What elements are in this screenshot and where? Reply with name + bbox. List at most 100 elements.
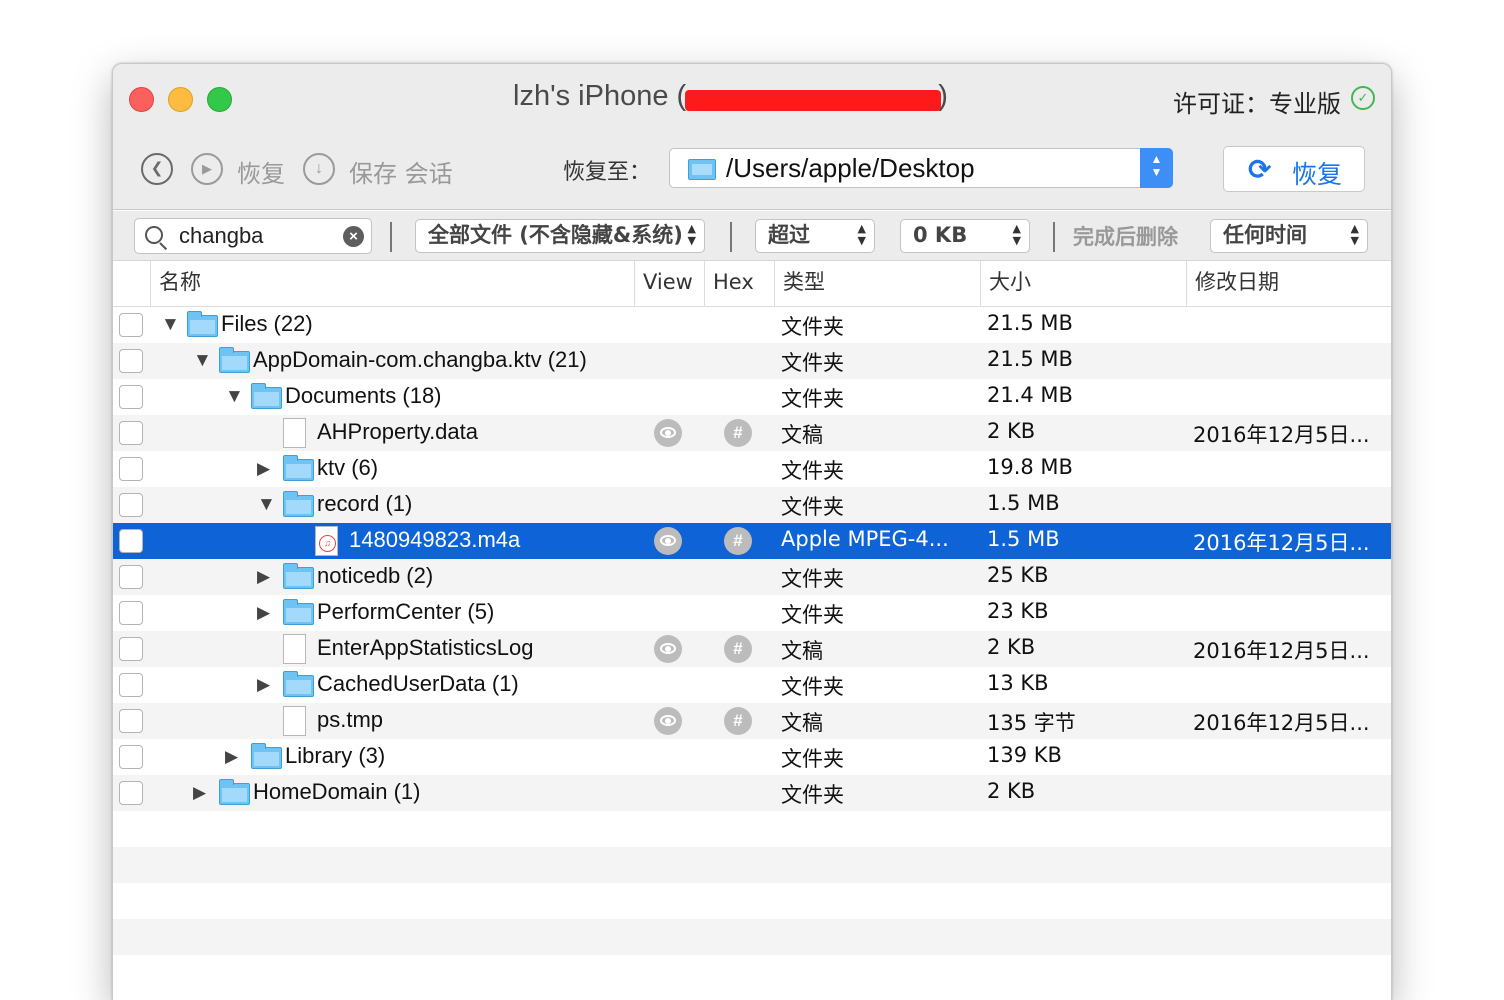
- hash-icon[interactable]: #: [724, 635, 752, 663]
- table-row[interactable]: AHProperty.data # 文稿 2 KB 2016年12月5日...: [113, 415, 1391, 451]
- row-checkbox[interactable]: [119, 781, 143, 805]
- restore-toolbar-label[interactable]: 恢复: [237, 154, 285, 189]
- table-row[interactable]: EnterAppStatisticsLog # 文稿 2 KB 2016年12月5日..…: [113, 631, 1391, 667]
- disclosure-expanded-icon[interactable]: ▼: [257, 493, 276, 517]
- filter-bar: changba × 全部文件 (不含隐藏&系统) ▲ ▼ 超过 ▲ ▼ 0 KB ▲…: [113, 211, 1391, 261]
- row-checkbox[interactable]: [119, 349, 143, 373]
- close-window-button[interactable]: [129, 87, 154, 112]
- row-checkbox[interactable]: [119, 421, 143, 445]
- table-row[interactable]: ▶ HomeDomain (1) 文件夹 2 KB: [113, 775, 1391, 811]
- disclosure-collapsed-icon[interactable]: ▶: [257, 601, 270, 625]
- table-row[interactable]: ▼ AppDomain-com.changba.ktv (21) 文件夹 21.5 M…: [113, 343, 1391, 379]
- minimize-window-button[interactable]: [168, 87, 193, 112]
- column-view[interactable]: View: [634, 261, 704, 307]
- path-stepper[interactable]: ▲ ▼: [1140, 148, 1173, 188]
- folder-icon: [219, 779, 250, 805]
- play-button[interactable]: ▶: [191, 153, 223, 185]
- destination-path-select[interactable]: /Users/apple/Desktop ▲ ▼: [669, 148, 1173, 188]
- play-icon: ▶: [202, 161, 212, 176]
- back-button[interactable]: ❮: [141, 153, 173, 185]
- row-type: 文件夹: [781, 459, 844, 483]
- disclosure-collapsed-icon[interactable]: ▶: [193, 781, 206, 805]
- row-size: 13 KB: [987, 671, 1049, 695]
- table-row[interactable]: ps.tmp # 文稿 135 字节 2016年12月5日...: [113, 703, 1391, 739]
- row-name: noticedb (2): [317, 563, 434, 588]
- row-name: Library (3): [285, 743, 386, 768]
- hash-icon[interactable]: #: [724, 419, 752, 447]
- restore-button-label: 恢复: [1292, 160, 1343, 189]
- row-name: PerformCenter (5): [317, 599, 495, 624]
- empty-row: [113, 847, 1391, 883]
- row-name: AHProperty.data: [317, 419, 479, 444]
- size-value-select[interactable]: 0 KB ▲ ▼: [900, 219, 1030, 253]
- disclosure-collapsed-icon[interactable]: ▶: [257, 457, 270, 481]
- hash-icon[interactable]: #: [724, 527, 752, 555]
- row-checkbox[interactable]: [119, 565, 143, 589]
- hash-icon[interactable]: #: [724, 707, 752, 735]
- column-type[interactable]: 类型: [774, 261, 980, 307]
- table-row[interactable]: ▶ CachedUserData (1) 文件夹 13 KB: [113, 667, 1391, 703]
- file-tree: ▼ Files (22) 文件夹 21.5 MB ▼ AppDomain-com.chan…: [113, 307, 1391, 991]
- row-size: 1.5 MB: [987, 491, 1060, 515]
- row-type: 文件夹: [781, 675, 844, 699]
- row-type: 文件夹: [781, 387, 844, 411]
- row-checkbox[interactable]: [119, 385, 143, 409]
- eye-icon[interactable]: [654, 527, 682, 555]
- row-checkbox[interactable]: [119, 745, 143, 769]
- row-name: EnterAppStatisticsLog: [317, 635, 534, 660]
- time-select[interactable]: 任何时间 ▲ ▼: [1210, 219, 1368, 253]
- divider: [730, 222, 732, 252]
- save-session-label[interactable]: 保存 会话: [349, 154, 453, 189]
- check-circle-icon: ✓: [1351, 86, 1375, 110]
- disclosure-collapsed-icon[interactable]: ▶: [225, 745, 238, 769]
- column-modified[interactable]: 修改日期: [1186, 261, 1391, 307]
- time-value: 任何时间: [1223, 223, 1307, 247]
- disclosure-collapsed-icon[interactable]: ▶: [257, 673, 270, 697]
- row-checkbox[interactable]: [119, 457, 143, 481]
- row-type: 文稿: [781, 711, 823, 735]
- column-hex[interactable]: Hex: [704, 261, 774, 307]
- table-row[interactable]: ▶ Library (3) 文件夹 139 KB: [113, 739, 1391, 775]
- folder-icon: [283, 455, 314, 481]
- table-row[interactable]: ▶ noticedb (2) 文件夹 25 KB: [113, 559, 1391, 595]
- disclosure-expanded-icon[interactable]: ▼: [161, 313, 180, 337]
- row-checkbox[interactable]: [119, 709, 143, 733]
- zoom-window-button[interactable]: [207, 87, 232, 112]
- size-operator-select[interactable]: 超过 ▲ ▼: [755, 219, 875, 253]
- row-checkbox[interactable]: [119, 601, 143, 625]
- disclosure-expanded-icon[interactable]: ▼: [225, 385, 244, 409]
- table-row[interactable]: ▼ Documents (18) 文件夹 21.4 MB: [113, 379, 1391, 415]
- table-row[interactable]: ▼ record (1) 文件夹 1.5 MB: [113, 487, 1391, 523]
- updown-icon: ▲ ▼: [1012, 222, 1021, 247]
- eye-icon[interactable]: [654, 419, 682, 447]
- eye-icon[interactable]: [654, 707, 682, 735]
- audio-file-icon: [315, 526, 338, 556]
- toolbar: ❮ ▶ 恢复 ↓ 保存 会话 恢复至： /Users/apple/Desktop…: [113, 134, 1391, 210]
- table-row[interactable]: ▶ PerformCenter (5) 文件夹 23 KB: [113, 595, 1391, 631]
- disclosure-collapsed-icon[interactable]: ▶: [257, 565, 270, 589]
- table-row[interactable]: 1480949823.m4a # Apple MPEG-4... 1.5 MB 2016…: [113, 523, 1391, 559]
- row-checkbox[interactable]: [119, 313, 143, 337]
- row-checkbox[interactable]: [119, 529, 143, 553]
- clear-search-icon[interactable]: ×: [343, 226, 364, 247]
- search-field[interactable]: changba ×: [134, 218, 372, 254]
- file-scope-select[interactable]: 全部文件 (不含隐藏&系统) ▲ ▼: [415, 219, 705, 253]
- row-checkbox[interactable]: [119, 637, 143, 661]
- table-row[interactable]: ▶ ktv (6) 文件夹 19.8 MB: [113, 451, 1391, 487]
- row-size: 2 KB: [987, 779, 1036, 803]
- column-size[interactable]: 大小: [980, 261, 1186, 307]
- restore-button[interactable]: ⟳ 恢复: [1223, 146, 1365, 192]
- row-checkbox[interactable]: [119, 673, 143, 697]
- column-name[interactable]: 名称: [150, 261, 634, 307]
- delete-after-option[interactable]: 完成后删除: [1073, 221, 1178, 251]
- row-type: 文件夹: [781, 351, 844, 375]
- row-checkbox[interactable]: [119, 493, 143, 517]
- row-name: ktv (6): [317, 455, 379, 480]
- folder-icon: [251, 383, 282, 409]
- save-session-button[interactable]: ↓: [303, 153, 335, 185]
- row-name: ps.tmp: [317, 707, 384, 732]
- disclosure-expanded-icon[interactable]: ▼: [193, 349, 212, 373]
- search-input[interactable]: changba: [179, 223, 263, 249]
- table-row[interactable]: ▼ Files (22) 文件夹 21.5 MB: [113, 307, 1391, 343]
- eye-icon[interactable]: [654, 635, 682, 663]
